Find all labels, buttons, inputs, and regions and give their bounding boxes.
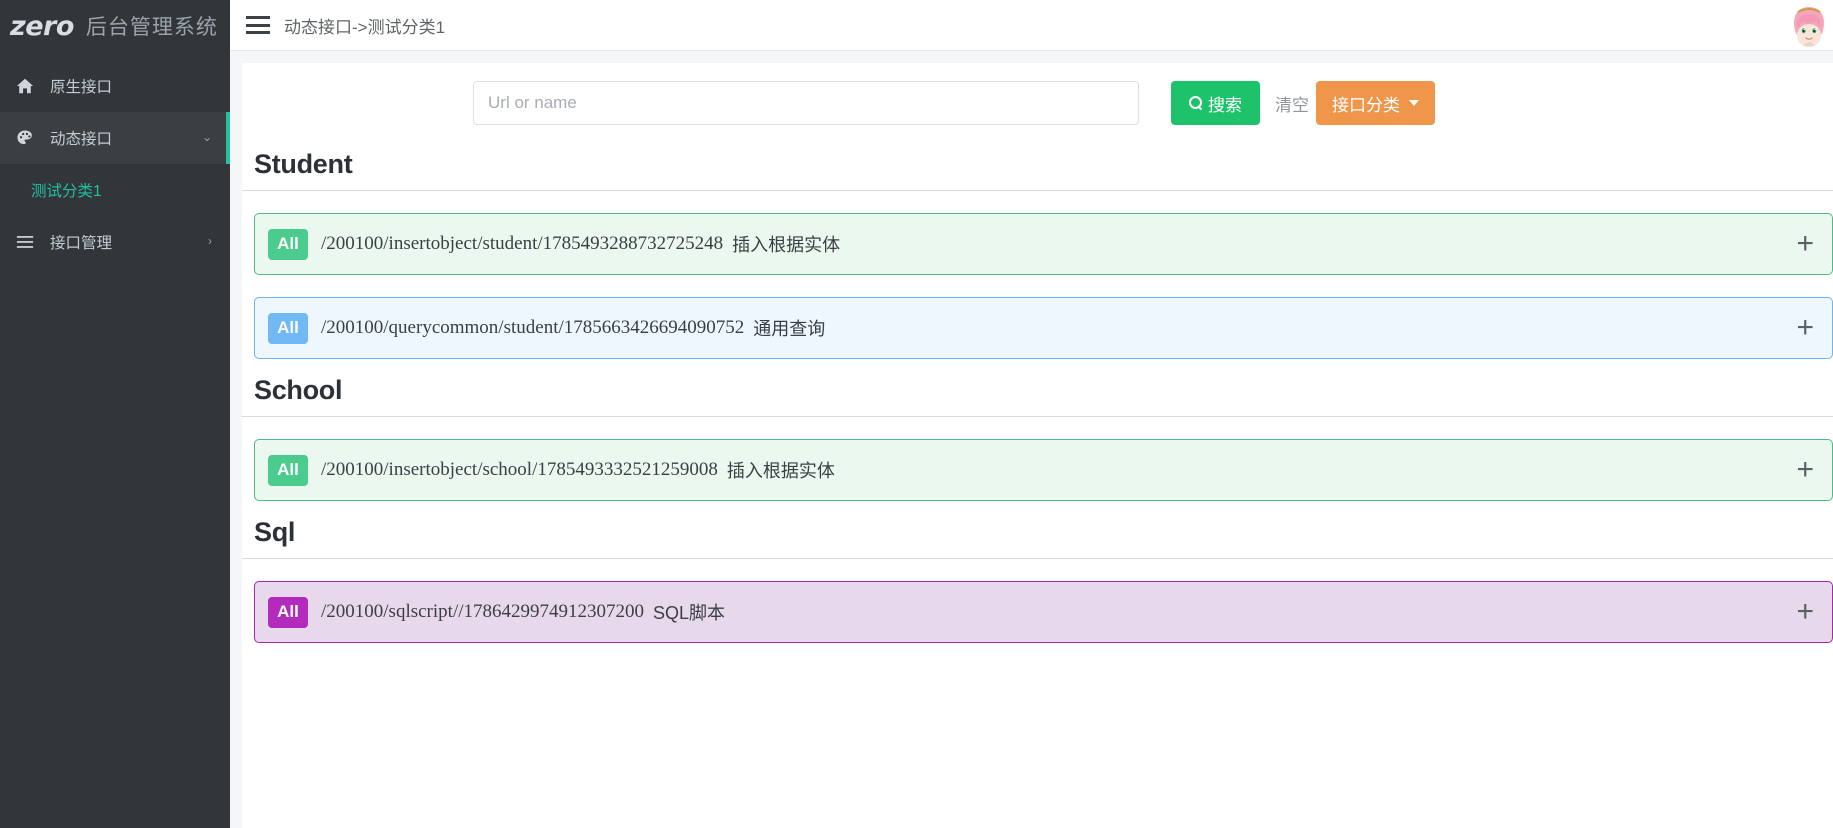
sidebar-item-native-api[interactable]: 原生接口 — [0, 60, 230, 112]
sidebar-item-label: 动态接口 — [50, 131, 113, 148]
breadcrumb: 动态接口->测试分类1 — [284, 17, 446, 37]
expand-icon[interactable]: + — [1796, 597, 1814, 627]
home-icon — [14, 76, 36, 96]
chevron-right-icon[interactable]: › — [208, 235, 212, 247]
sidebar-item-api-management[interactable]: 接口管理 › — [0, 216, 230, 268]
toolbar: 搜索 清空 接口分类 — [242, 81, 1833, 125]
api-description: SQL脚本 — [653, 603, 726, 623]
sidebar: zero 后台管理系统 原生接口 动态接口 ⌄ 测试分类1 接口管理 › — [0, 0, 230, 828]
api-description: 插入根据实体 — [726, 461, 835, 481]
api-group: Sql All /200100/sqlscript//1786429974912… — [242, 501, 1833, 643]
main-column: 动态接口->测试分类1 Url or name 搜索 清空 接口分类 Stude… — [230, 0, 1833, 828]
palette-icon — [14, 128, 36, 148]
table-row[interactable]: All /200100/insertobject/student/1785493… — [254, 213, 1833, 275]
api-url: /200100/insertobject/school/178549333252… — [321, 459, 718, 480]
divider — [242, 558, 1833, 559]
api-url: /200100/querycommon/student/178566342669… — [321, 317, 745, 338]
avatar[interactable] — [1785, 1, 1833, 50]
chevron-down-icon[interactable]: ⌄ — [202, 131, 212, 143]
logo-mark: zero — [10, 10, 74, 42]
sidebar-item-label: 接口管理 — [50, 235, 113, 252]
table-row[interactable]: All /200100/sqlscript//17864299749123072… — [254, 581, 1833, 643]
hamburger-bar — [246, 23, 270, 27]
app-root: zero 后台管理系统 原生接口 动态接口 ⌄ 测试分类1 接口管理 › 动态接… — [0, 0, 1833, 828]
group-title: Sql — [254, 517, 296, 547]
category-button-label: 接口分类 — [1332, 95, 1400, 115]
sidebar-item-dynamic-api[interactable]: 动态接口 ⌄ — [0, 112, 230, 164]
expand-icon[interactable]: + — [1796, 455, 1814, 485]
api-list-card: 搜索 清空 接口分类 Student All — [242, 63, 1833, 828]
sidebar-subitem-label: 测试分类1 — [31, 183, 102, 200]
method-badge: All — [268, 312, 308, 344]
method-badge: All — [268, 454, 308, 486]
group-title: School — [254, 375, 343, 405]
table-row[interactable]: All /200100/insertobject/school/17854933… — [254, 439, 1833, 501]
api-url: /200100/insertobject/student/17854932887… — [321, 233, 724, 254]
list-icon — [14, 232, 36, 252]
search-icon — [1189, 96, 1203, 110]
hamburger-bar — [246, 31, 270, 34]
api-description: 通用查询 — [753, 319, 826, 339]
hamburger-bar — [246, 16, 270, 19]
api-group: Student All /200100/insertobject/student… — [242, 133, 1833, 359]
clear-button[interactable]: 清空 — [1265, 81, 1319, 125]
expand-icon[interactable]: + — [1796, 229, 1814, 259]
topbar-user-area: Re — [1785, 0, 1833, 51]
search-button[interactable]: 搜索 — [1171, 81, 1260, 125]
search-button-label: 搜索 — [1208, 95, 1242, 115]
search-input[interactable] — [473, 81, 1139, 125]
expand-icon[interactable]: + — [1796, 313, 1814, 343]
api-description: 插入根据实体 — [732, 235, 841, 255]
method-badge: All — [268, 228, 308, 260]
topbar: 动态接口->测试分类1 — [230, 0, 1833, 51]
table-row[interactable]: All /200100/querycommon/student/17856634… — [254, 297, 1833, 359]
sidebar-item-label: 原生接口 — [50, 79, 113, 96]
sidebar-menu: 原生接口 动态接口 ⌄ 测试分类1 接口管理 › — [0, 60, 230, 268]
sidebar-subitem-test-category-1[interactable]: 测试分类1 — [0, 164, 230, 216]
logo-title: 后台管理系统 — [85, 16, 218, 39]
divider — [242, 190, 1833, 191]
group-title: Student — [254, 149, 353, 179]
clear-button-label: 清空 — [1275, 95, 1309, 115]
api-group: School All /200100/insertobject/school/1… — [242, 359, 1833, 501]
content-wrapper: 搜索 清空 接口分类 Student All — [230, 51, 1833, 828]
hamburger-icon[interactable] — [246, 16, 270, 34]
method-badge: All — [268, 596, 308, 628]
category-dropdown-button[interactable]: 接口分类 — [1316, 81, 1435, 125]
divider — [242, 416, 1833, 417]
chevron-down-icon — [1409, 100, 1419, 106]
app-logo[interactable]: zero 后台管理系统 — [0, 0, 230, 52]
api-url: /200100/sqlscript//1786429974912307200 — [321, 601, 644, 622]
